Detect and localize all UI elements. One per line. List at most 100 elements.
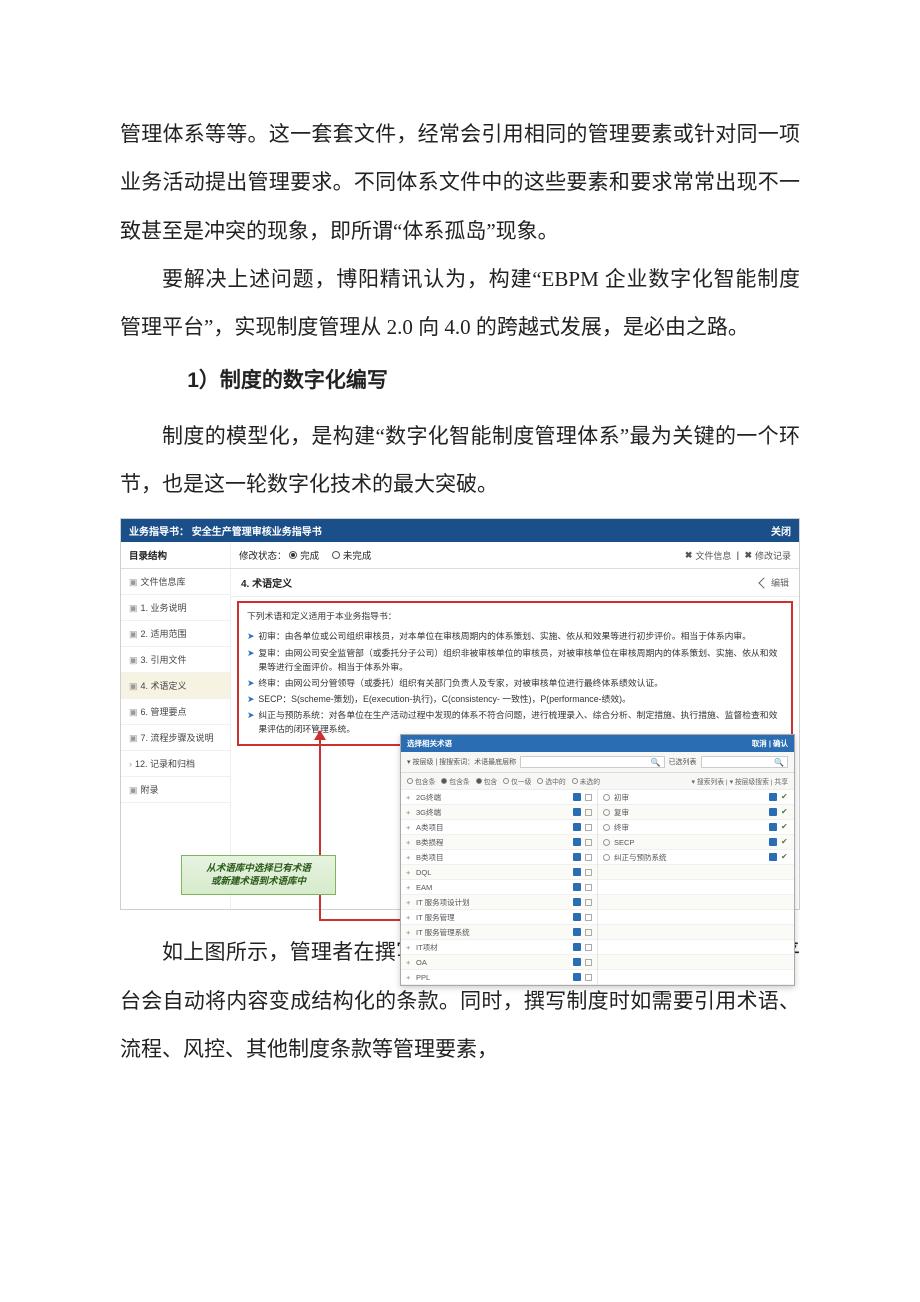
dialog-right-tab[interactable]: 已选列表 (669, 757, 697, 767)
dialog-list-item[interactable]: +B类损程 (401, 835, 597, 850)
x-icon: ✖ (744, 550, 752, 561)
checkbox[interactable] (585, 959, 592, 966)
dialog-selected-item[interactable]: SECP✔ (598, 835, 794, 850)
add-icon[interactable] (573, 868, 581, 876)
dialog-tabs[interactable]: ▾ 按层级 | 搜搜索词：术语最底层称 (407, 757, 516, 767)
toc-item[interactable]: ▣文件信息库 (121, 569, 230, 595)
checkbox[interactable] (585, 794, 592, 801)
toc-item[interactable]: ▣2. 适用范围 (121, 621, 230, 647)
dialog-right-list: 初审✔复审✔终审✔SECP✔纠正与预防系统✔ (597, 790, 794, 985)
add-icon[interactable] (573, 943, 581, 951)
toc-item[interactable]: ▣7. 流程步骤及说明 (121, 725, 230, 751)
check-icon: ✔ (781, 808, 789, 816)
term-text: 纠正与预防系统：对各单位在生产活动过程中发现的体系不符合问题，进行梳理录入、综合… (258, 708, 783, 736)
check-icon: ✔ (781, 793, 789, 801)
term-text: 终审：由网公司分管领导（或委托）组织有关部门负责人及专家，对被审核单位进行最终体… (258, 676, 663, 690)
remove-icon[interactable] (769, 808, 777, 816)
remove-icon[interactable] (769, 853, 777, 861)
dialog-list-item[interactable]: +DQL (401, 865, 597, 880)
dialog-list-item[interactable]: +PPL (401, 970, 597, 985)
dialog-list-item[interactable]: +3G终端 (401, 805, 597, 820)
edit-button[interactable]: 编辑 (760, 575, 789, 590)
select-terms-dialog: 选择相关术语 取消 | 确认 ▾ 按层级 | 搜搜索词：术语最底层称 🔍 已选列… (400, 734, 795, 986)
window-titlebar: 业务指导书： 安全生产管理审核业务指导书 关闭 (121, 519, 799, 542)
dialog-filters-left[interactable]: 包含条 包含条 包含 仅一级 选中的 未选的 (407, 776, 604, 786)
add-icon[interactable] (573, 853, 581, 861)
status-label: 修改状态： (239, 551, 287, 562)
dialog-list-item[interactable]: +IT项材 (401, 940, 597, 955)
term-text: 复审：由网公司安全监管部（或委托分子公司）组织非被审核单位的审核员，对被审核单位… (258, 646, 783, 674)
toc-item[interactable]: ▣6. 管理要点 (121, 699, 230, 725)
checkbox[interactable] (585, 809, 592, 816)
dialog-list-item[interactable]: +B类项目 (401, 850, 597, 865)
check-icon: ✔ (781, 853, 789, 861)
bullet-arrow-icon: ➤ (247, 692, 254, 706)
bullet-arrow-icon: ➤ (247, 646, 254, 674)
dialog-list-item[interactable]: +IT 服务管理系统 (401, 925, 597, 940)
add-icon[interactable] (573, 838, 581, 846)
checkbox[interactable] (585, 899, 592, 906)
radio-done[interactable]: 完成 (289, 548, 319, 562)
close-button[interactable]: 关闭 (771, 523, 791, 538)
toc-item[interactable]: ›12. 记录和归档 (121, 751, 230, 777)
dialog-search-input[interactable]: 🔍 (520, 756, 664, 768)
toc-header: 目录结构 (121, 542, 231, 568)
checkbox[interactable] (585, 929, 592, 936)
add-icon[interactable] (573, 823, 581, 831)
content-section-title: 4. 术语定义 (241, 575, 292, 590)
bullet-arrow-icon: ➤ (247, 629, 254, 643)
add-icon[interactable] (573, 898, 581, 906)
checkbox[interactable] (585, 884, 592, 891)
add-icon[interactable] (573, 913, 581, 921)
title-main: 安全生产管理审核业务指导书 (192, 527, 322, 538)
add-icon[interactable] (573, 928, 581, 936)
dialog-list-item[interactable]: +OA (401, 955, 597, 970)
toc-item-selected[interactable]: ▣4. 术语定义 (121, 673, 230, 699)
dialog-selected-item[interactable]: 复审✔ (598, 805, 794, 820)
dialog-filters-right[interactable]: ▾ 搜索列表 | ▾ 按层级搜索 | 共享 (692, 776, 788, 786)
pencil-icon (758, 577, 769, 588)
checkbox[interactable] (585, 869, 592, 876)
checkbox[interactable] (585, 854, 592, 861)
dialog-list-item[interactable]: +EAM (401, 880, 597, 895)
radio-undone[interactable]: 未完成 (332, 548, 372, 562)
add-icon[interactable] (573, 883, 581, 891)
bullet-arrow-icon: ➤ (247, 676, 254, 690)
add-icon[interactable] (573, 793, 581, 801)
check-icon: ✔ (781, 838, 789, 846)
checkbox[interactable] (585, 839, 592, 846)
checkbox[interactable] (585, 824, 592, 831)
paragraph-1: 管理体系等等。这一套套文件，经常会引用相同的管理要素或针对同一项业务活动提出管理… (120, 110, 800, 255)
checkbox[interactable] (585, 914, 592, 921)
search-icon: 🔍 (774, 758, 784, 767)
dialog-list-item[interactable]: +IT 服务项设计划 (401, 895, 597, 910)
toc-item[interactable]: ▣1. 业务说明 (121, 595, 230, 621)
checkbox[interactable] (585, 974, 592, 981)
dialog-list-item[interactable]: +2G终端 (401, 790, 597, 805)
change-log-button[interactable]: ✖修改记录 (744, 549, 791, 562)
dialog-selected-item[interactable]: 初审✔ (598, 790, 794, 805)
dialog-list-item[interactable]: +A类项目 (401, 820, 597, 835)
remove-icon[interactable] (769, 823, 777, 831)
add-icon[interactable] (573, 958, 581, 966)
toc-item[interactable]: ▣3. 引用文件 (121, 647, 230, 673)
screenshot-embed: 业务指导书： 安全生产管理审核业务指导书 关闭 目录结构 修改状态： 完成 未完… (120, 518, 800, 910)
remove-icon[interactable] (769, 793, 777, 801)
dialog-selected-item[interactable]: 纠正与预防系统✔ (598, 850, 794, 865)
dialog-buttons[interactable]: 取消 | 确认 (752, 738, 788, 749)
toc-item[interactable]: ▣附录 (121, 777, 230, 803)
check-icon: ✔ (781, 823, 789, 831)
dialog-title: 选择相关术语 (407, 738, 452, 749)
dialog-list-item[interactable]: +IT 服务管理 (401, 910, 597, 925)
callout-tip: 从术语库中选择已有术语 或新建术语到术语库中 (181, 855, 336, 896)
file-info-button[interactable]: ✖文件信息 (685, 549, 732, 562)
add-icon[interactable] (573, 973, 581, 981)
checkbox[interactable] (585, 944, 592, 951)
dialog-selected-item[interactable]: 终审✔ (598, 820, 794, 835)
section-heading-1: 1）制度的数字化编写 (120, 357, 800, 405)
dialog-search-input-right[interactable]: 🔍 (701, 756, 788, 768)
dialog-left-list: +2G终端+3G终端+A类项目+B类损程+B类项目+DQL+EAM+IT 服务项… (401, 790, 597, 985)
add-icon[interactable] (573, 808, 581, 816)
term-text: SECP：S(scheme-策划)，E(execution-执行)，C(cons… (258, 692, 630, 706)
remove-icon[interactable] (769, 838, 777, 846)
